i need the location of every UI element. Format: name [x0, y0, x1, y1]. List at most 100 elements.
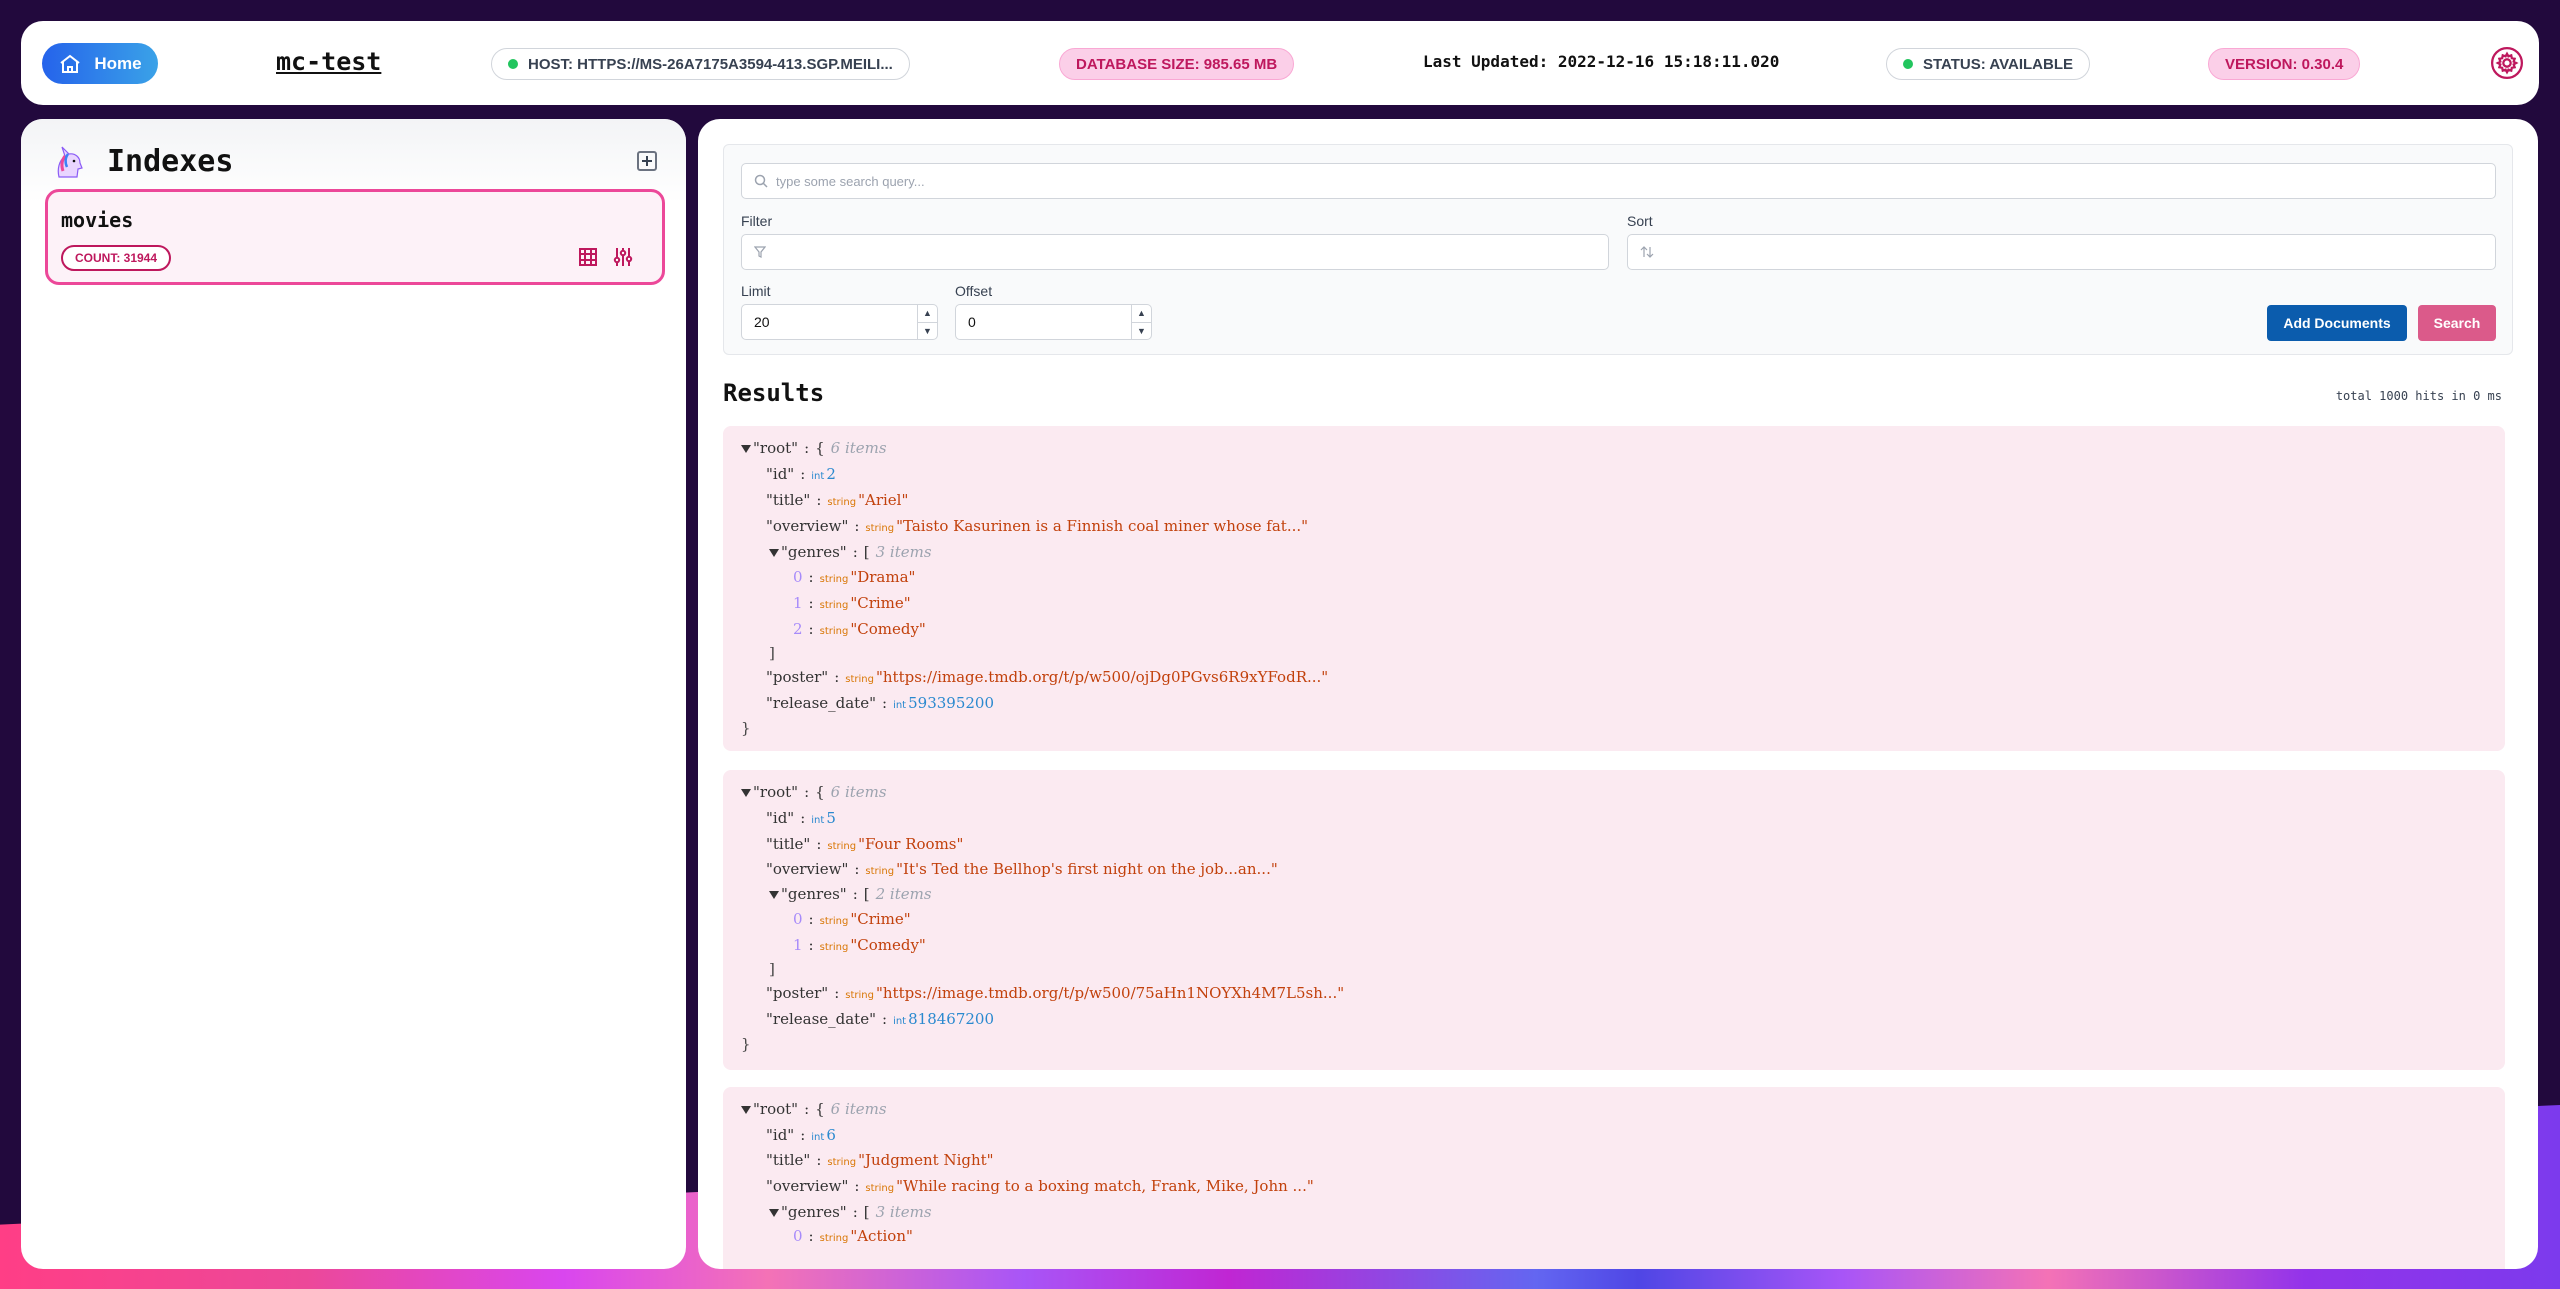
- host-badge: HOST: HTTPS://MS-26A7175A3594-413.SGP.ME…: [491, 48, 910, 80]
- stepper-down-icon[interactable]: ▼: [918, 323, 937, 340]
- json-type: int: [811, 471, 825, 482]
- json-value: "Crime": [850, 910, 911, 928]
- limit-label: Limit: [741, 283, 771, 299]
- json-key: "title": [766, 1151, 811, 1169]
- json-genres-line: "genres":[3 items: [769, 543, 932, 561]
- offset-value: 0: [968, 314, 976, 330]
- json-genres-line: "genres":[2 items: [769, 885, 932, 903]
- search-button[interactable]: Search: [2418, 305, 2496, 341]
- json-key: "release_date": [766, 1010, 876, 1028]
- json-type: string: [865, 1183, 895, 1194]
- json-key: "root": [753, 439, 799, 457]
- json-type: string: [819, 626, 849, 637]
- json-key: "overview": [766, 517, 849, 535]
- json-type: string: [827, 1157, 857, 1168]
- index-settings-sliders-icon[interactable]: [611, 245, 635, 269]
- json-brace-close: }: [741, 1035, 751, 1053]
- stepper-down-icon[interactable]: ▼: [1132, 323, 1151, 340]
- json-key: "poster": [766, 668, 829, 686]
- stepper-up-icon[interactable]: ▲: [1132, 305, 1151, 323]
- json-overview-line: "overview": string "Taisto Kasurinen is a …: [766, 517, 1309, 535]
- database-size-badge: DATABASE SIZE: 985.65 MB: [1059, 48, 1295, 80]
- index-card-movies[interactable]: movies COUNT: 31944: [45, 189, 665, 285]
- stepper-up-icon[interactable]: ▲: [918, 305, 937, 323]
- home-button[interactable]: Home: [42, 43, 158, 84]
- json-value: "https://image.tmdb.org/t/p/w500/75aHn1N…: [876, 984, 1345, 1002]
- home-label: Home: [94, 53, 142, 73]
- json-meta: 2 items: [875, 885, 932, 903]
- status-badge: STATUS: AVAILABLE: [1886, 48, 2090, 80]
- collapse-toggle-icon[interactable]: [769, 549, 779, 557]
- json-key: "id": [766, 1126, 795, 1144]
- json-key: "genres": [781, 1203, 847, 1221]
- json-type: int: [893, 700, 907, 711]
- offset-input[interactable]: 0 ▲ ▼: [955, 304, 1152, 340]
- json-root-line: "root":{6 items: [741, 783, 887, 801]
- json-key: "root": [753, 1100, 799, 1118]
- json-type: string: [865, 866, 895, 877]
- sort-input[interactable]: [1627, 234, 2496, 270]
- index-count-badge: COUNT: 31944: [61, 245, 172, 271]
- json-key: "genres": [781, 543, 847, 561]
- collapse-toggle-icon[interactable]: [769, 891, 779, 899]
- limit-input[interactable]: 20 ▲ ▼: [741, 304, 938, 340]
- json-value: "Four Rooms": [858, 835, 964, 853]
- json-brace: {: [815, 439, 825, 457]
- json-bracket: [: [863, 1203, 870, 1221]
- json-meta: 3 items: [875, 1203, 932, 1221]
- search-form: type some search query... Filter Sort Li…: [723, 144, 2513, 355]
- json-title-line: "title": string "Judgment Night": [766, 1151, 994, 1169]
- status-label: STATUS: AVAILABLE: [1923, 55, 2073, 73]
- json-key: "overview": [766, 860, 849, 878]
- offset-stepper[interactable]: ▲ ▼: [1131, 305, 1151, 339]
- json-value: "Comedy": [850, 620, 926, 638]
- json-type: string: [819, 574, 849, 585]
- indexes-sidebar: Indexes movies COUNT: 31944: [21, 119, 686, 1269]
- json-bracket-close: ]: [769, 644, 775, 662]
- json-type: string: [819, 942, 849, 953]
- add-documents-button[interactable]: Add Documents: [2267, 305, 2407, 341]
- json-root-line: "root":{6 items: [741, 439, 887, 457]
- json-type: string: [827, 841, 857, 852]
- home-icon: [60, 54, 80, 73]
- json-key: "release_date": [766, 694, 876, 712]
- json-type: string: [819, 1233, 849, 1244]
- add-index-button[interactable]: [637, 151, 657, 171]
- json-value: "Taisto Kasurinen is a Finnish coal mine…: [896, 517, 1309, 535]
- version-badge: VERSION: 0.30.4: [2208, 48, 2361, 80]
- json-key: "id": [766, 809, 795, 827]
- json-key: "genres": [781, 885, 847, 903]
- index-documents-icon[interactable]: [576, 245, 600, 269]
- app-title[interactable]: mc-test: [276, 47, 381, 76]
- json-value: "Comedy": [850, 936, 926, 954]
- unicorn-logo-icon: [57, 146, 83, 178]
- json-array-item: 2: string "Comedy": [793, 620, 926, 638]
- json-brace-close: }: [741, 719, 751, 737]
- sort-icon: [1640, 246, 1654, 258]
- settings-button[interactable]: [2489, 45, 2525, 81]
- filter-input[interactable]: [741, 234, 1609, 270]
- json-id-line: "id": int 2: [766, 465, 836, 483]
- json-key: "id": [766, 465, 795, 483]
- result-item: "root":{6 items "id": int 5 "title": string…: [723, 770, 2505, 1070]
- json-type: string: [827, 497, 857, 508]
- search-input[interactable]: type some search query...: [741, 163, 2496, 199]
- json-bracket-close: ]: [769, 960, 775, 978]
- json-meta: 3 items: [875, 543, 932, 561]
- limit-stepper[interactable]: ▲ ▼: [917, 305, 937, 339]
- json-value: "Action": [850, 1227, 913, 1245]
- json-poster-line: "poster": string "https://image.tmdb.org/t…: [766, 984, 1345, 1002]
- gear-icon: [2490, 46, 2524, 80]
- json-id-line: "id": int 5: [766, 809, 836, 827]
- collapse-toggle-icon[interactable]: [741, 789, 751, 797]
- collapse-toggle-icon[interactable]: [741, 445, 751, 453]
- filter-icon: [754, 246, 766, 258]
- collapse-toggle-icon[interactable]: [741, 1106, 751, 1114]
- collapse-toggle-icon[interactable]: [769, 1209, 779, 1217]
- json-key: "root": [753, 783, 799, 801]
- json-type: string: [845, 990, 874, 1001]
- json-type: string: [819, 916, 849, 927]
- json-value: "Drama": [850, 568, 916, 586]
- json-type: int: [811, 1132, 825, 1143]
- search-icon: [754, 174, 768, 188]
